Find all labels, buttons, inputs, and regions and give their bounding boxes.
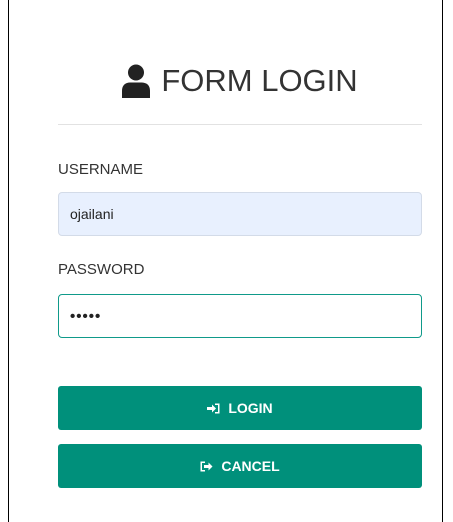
password-label: PASSWORD bbox=[58, 261, 145, 278]
cancel-button[interactable]: CANCEL bbox=[58, 444, 422, 488]
password-input[interactable] bbox=[58, 294, 422, 338]
form-header: FORM LOGIN bbox=[58, 58, 422, 104]
username-label: USERNAME bbox=[58, 161, 144, 178]
left-border bbox=[8, 0, 9, 522]
form-title: FORM LOGIN bbox=[161, 63, 358, 98]
sign-out-icon bbox=[200, 461, 213, 471]
sign-in-icon bbox=[207, 403, 220, 413]
cancel-button-label: CANCEL bbox=[221, 458, 280, 474]
login-button[interactable]: LOGIN bbox=[58, 386, 422, 430]
right-border bbox=[442, 0, 443, 522]
header-divider bbox=[58, 124, 422, 125]
username-input[interactable] bbox=[58, 192, 422, 236]
login-form: FORM LOGIN USERNAME PASSWORD LOGIN CANCE… bbox=[58, 0, 422, 522]
login-button-label: LOGIN bbox=[228, 400, 273, 416]
user-icon bbox=[122, 64, 151, 98]
login-page: FORM LOGIN USERNAME PASSWORD LOGIN CANCE… bbox=[0, 0, 453, 522]
